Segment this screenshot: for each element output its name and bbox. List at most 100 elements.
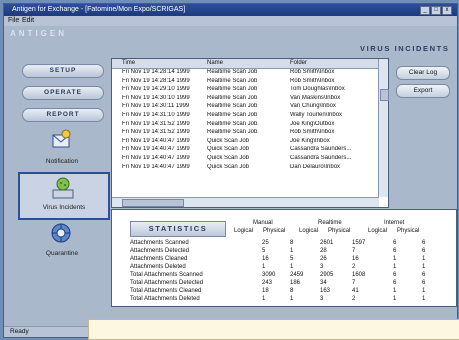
list-item[interactable]: Fri Nov 19 14:40:47 1999 Quick Scan Job Da… [112,164,378,173]
cell-time: Fri Nov 19 14:28:14 1999 [122,69,190,75]
menu-file[interactable]: File [8,17,19,24]
column-folder[interactable]: Folder [290,60,307,66]
cell-folder: Rob Smith\Inbox [290,77,335,84]
maximize-button[interactable]: □ [431,6,441,15]
cell-folder: Van Maskins\Inbox [290,94,341,101]
list-item[interactable]: Fri Nov 19 14:31:52 1999 Realtime Scan Jo… [112,121,378,130]
operate-button[interactable]: OPERATE [22,86,104,100]
cell-time: Fri Nov 19 14:40:47 1999 [122,154,190,161]
cell-time: Fri Nov 19 14:31:52 1999 [122,129,190,136]
virus-incidents-icon [52,177,74,199]
minimize-button[interactable]: _ [420,6,430,15]
cell-folder: Rob Smith\Inbox [290,69,335,75]
menu-bar: File Edit [4,16,457,26]
close-button[interactable]: x [442,6,452,15]
cell-time: Fri Nov 19 14:31:52 1999 [122,120,190,127]
subhead: Logical [368,228,388,234]
stats-row: Attachments Scanned 25 8 2601 1597 6 6 [130,240,450,248]
stats-value: 5 [262,248,266,254]
cell-time: Fri Nov 19 14:31:10 1999 [122,111,190,118]
stats-value: 16 [262,256,269,262]
cell-name: Realtime Scan Job [207,103,258,110]
stats-label: Total Attachments Scanned [130,272,203,278]
clear-log-button[interactable]: Clear Log [396,66,450,80]
stats-value: 7 [352,248,356,254]
stats-value: 3 [320,296,324,302]
stats-value: 1 [393,256,397,262]
cell-name: Realtime Scan Job [207,111,258,118]
cell-folder: Rob Smith\Inbox [290,129,335,136]
list-item[interactable]: Fri Nov 19 14:28:14 1999 Realtime Scan Jo… [112,69,378,78]
stats-value: 1597 [352,240,366,246]
cell-time: Fri Nov 19 14:30:10 1999 [122,94,190,101]
scroll-thumb[interactable] [380,89,389,101]
horizontal-scrollbar[interactable] [112,197,379,207]
statistics-title: STATISTICS [130,221,226,237]
nav-label-notification: Notification [45,158,79,165]
sidebar: SETUP OPERATE REPORT Notification Virus … [18,48,110,308]
list-item[interactable]: Fri Nov 19 14:40:47 1999 Quick Scan Job Jo… [112,138,378,147]
cell-name: Realtime Scan Job [207,86,258,93]
cell-folder: Cassandra Saunders... [290,154,352,161]
column-time[interactable]: Time [122,60,135,66]
stats-label: Total Attachments Deleted [130,296,200,302]
section-title: VIRUS INCIDENTS [360,44,450,53]
stats-label: Attachments Cleaned [130,256,188,262]
menu-edit[interactable]: Edit [22,17,34,24]
cell-name: Quick Scan Job [207,154,250,161]
stats-value: 1 [290,248,294,254]
list-item[interactable]: Fri Nov 19 14:40:47 1999 Quick Scan Job Ca… [112,146,378,155]
stats-value: 18 [262,288,269,294]
scroll-thumb[interactable] [122,199,184,207]
stats-value: 16 [352,256,359,262]
cell-time: Fri Nov 19 14:30:11 1999 [122,103,190,110]
stats-row: Total Attachments Detected 243 186 34 7 6 6 [130,280,450,288]
list-item[interactable]: Fri Nov 19 14:28:14 1999 Realtime Scan Jo… [112,78,378,87]
stats-value: 6 [422,248,426,254]
list-item[interactable]: Fri Nov 19 14:40:47 1999 Quick Scan Job Ca… [112,155,378,164]
list-item[interactable]: Fri Nov 19 14:29:10 1999 Realtime Scan Jo… [112,86,378,95]
stats-label: Total Attachments Cleaned [130,288,202,294]
stats-value: 2 [352,296,356,302]
cell-name: Quick Scan Job [207,146,250,153]
cell-time: Fri Nov 19 14:28:14 1999 [122,77,190,84]
app-window: Antigen for Exchange - [Fatomine/Mon Exp… [3,3,458,338]
nav-item-notification[interactable]: Notification [18,128,106,172]
stats-label: Attachments Detected [130,248,190,254]
cell-name: Realtime Scan Job [207,129,258,136]
statistics-panel: STATISTICS Manual Realtime Internet Logi… [111,209,457,307]
stats-value: 1 [422,264,426,270]
list-item[interactable]: Fri Nov 19 14:30:10 1999 Realtime Scan Jo… [112,95,378,104]
stats-value: 1 [422,256,426,262]
nav-item-quarantine[interactable]: Quarantine [18,220,106,264]
stats-value: 1 [290,296,294,302]
stats-value: 6 [393,280,397,286]
stats-value: 1608 [352,272,366,278]
stats-value: 6 [422,280,426,286]
report-button[interactable]: REPORT [22,108,104,122]
export-button[interactable]: Export [396,84,450,98]
stats-value: 28 [320,248,327,254]
list-item[interactable]: Fri Nov 19 14:31:10 1999 Realtime Scan Jo… [112,112,378,121]
setup-button[interactable]: SETUP [22,64,104,78]
notification-icon [52,129,71,148]
list-item[interactable]: Fri Nov 19 14:31:52 1999 Realtime Scan Jo… [112,129,378,138]
incidents-list[interactable]: Time Name Folder Fri Nov 19 14:28:14 199… [111,58,389,208]
stats-value: 2459 [290,272,304,278]
vertical-scrollbar[interactable] [378,59,389,197]
cell-folder: Joe King\Inbox [290,137,330,144]
cell-time: Fri Nov 19 14:40:47 1999 [122,146,190,153]
stats-value: 1 [422,288,426,294]
subhead: Logical [299,228,319,234]
list-header: Time Name Folder [112,59,378,69]
column-name[interactable]: Name [207,60,223,66]
stats-row: Total Attachments Scanned 3090 2459 2905 160… [130,272,450,280]
nav-item-virus-incidents[interactable]: Virus Incidents [18,172,110,220]
list-item[interactable]: Fri Nov 19 14:30:11 1999 Realtime Scan Jo… [112,103,378,112]
cell-folder: Van Chung\Inbox [290,103,336,110]
cell-time: Fri Nov 19 14:40:47 1999 [122,137,190,144]
stats-row: Total Attachments Deleted 1 1 3 2 1 1 [130,296,450,304]
subhead: Logical [234,228,254,234]
group-manual: Manual [253,220,273,226]
stats-value: 186 [290,280,301,286]
